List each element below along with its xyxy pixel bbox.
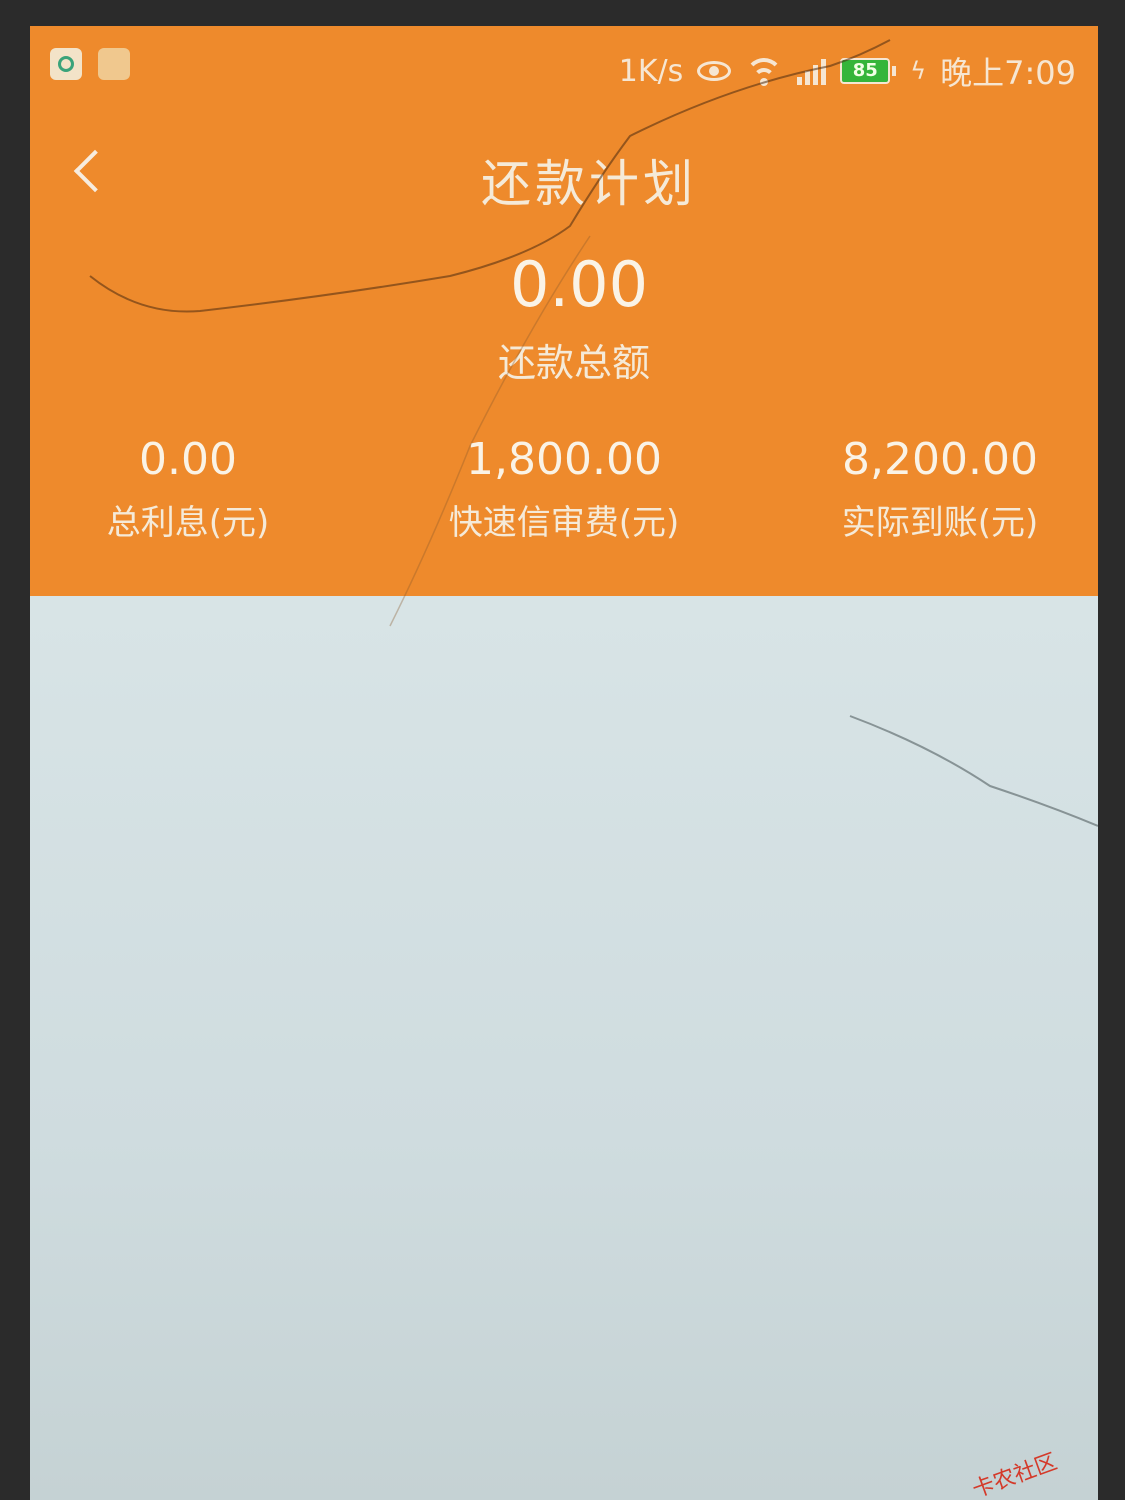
stat-actual-received: 8,200.00 实际到账(元) (722, 434, 1098, 544)
app-notification-icon (50, 48, 82, 80)
stat-label: 实际到账(元) (841, 503, 1039, 543)
wifi-icon (745, 56, 784, 86)
header-panel: 1K/s 85 ϟ 晚上7:09 还款计划 0.00 还款总额 0.00 总利息… (30, 26, 1098, 596)
battery-icon: 85 (840, 58, 897, 84)
total-repayment-label: 还款总额 (497, 341, 650, 385)
stat-total-interest: 0.00 总利息(元) (30, 434, 406, 544)
status-indicators: 1K/s 85 ϟ 晚上7:09 (619, 48, 1076, 94)
app-notification-icon-2 (98, 48, 130, 80)
clock: 晚上7:09 (940, 54, 1076, 92)
stat-review-fee: 1,800.00 快速信审费(元) (406, 434, 722, 544)
total-repayment-amount: 0.00 (509, 248, 649, 321)
eye-icon (697, 61, 732, 81)
notification-icons (50, 48, 130, 80)
page-title: 还款计划 (481, 155, 697, 213)
repayment-list-area[interactable] (30, 596, 1098, 1500)
charging-icon: ϟ (910, 57, 927, 85)
status-bar: 1K/s 85 ϟ 晚上7:09 (30, 26, 1098, 116)
stat-value: 1,800.00 (466, 434, 662, 485)
stats-row: 0.00 总利息(元) 1,800.00 快速信审费(元) 8,200.00 实… (30, 434, 1098, 544)
stat-label: 总利息(元) (106, 503, 270, 543)
phone-screen: 1K/s 85 ϟ 晚上7:09 还款计划 0.00 还款总额 0.00 总利息… (30, 26, 1098, 1500)
net-speed: 1K/s (618, 53, 684, 89)
stat-label: 快速信审费(元) (448, 503, 680, 543)
stat-value: 0.00 (139, 434, 237, 485)
stat-value: 8,200.00 (842, 434, 1038, 485)
battery-level: 85 (840, 58, 891, 84)
signal-icon (797, 57, 827, 85)
